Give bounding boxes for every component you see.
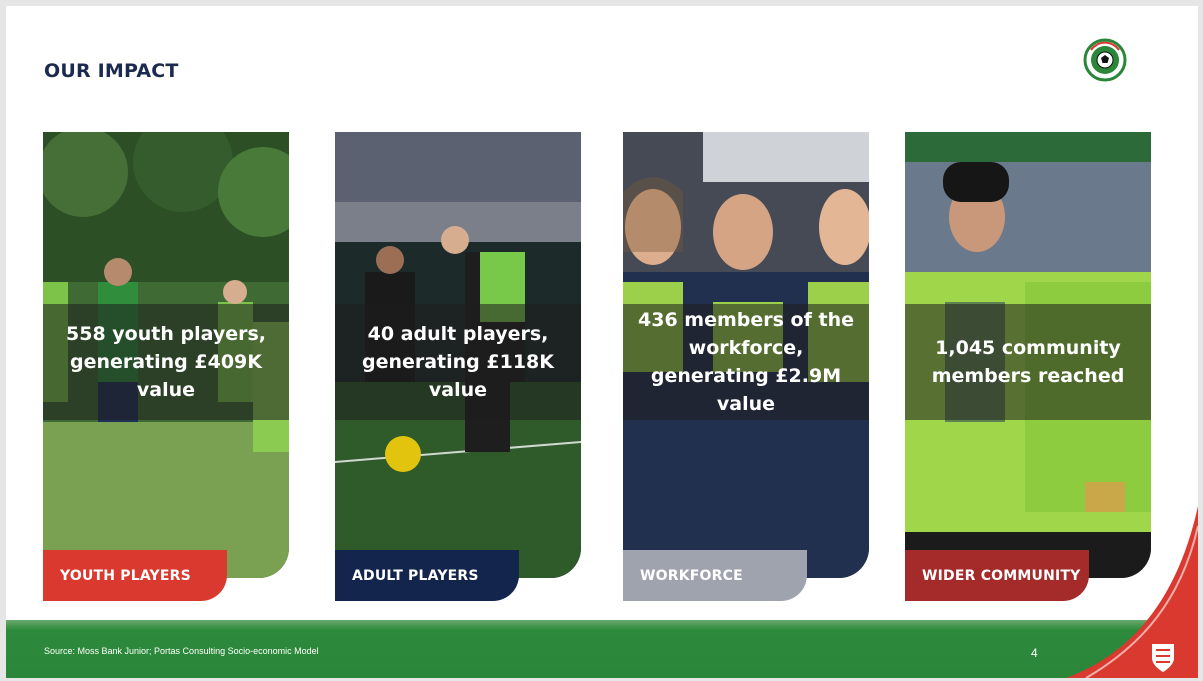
tag-workforce: WORKFORCE bbox=[623, 550, 807, 601]
stat-overlay: 558 youth players, generating £409K valu… bbox=[43, 304, 289, 420]
tag-youth-players: YOUTH PLAYERS bbox=[43, 550, 227, 601]
stat-overlay: 40 adult players, generating £118K value bbox=[335, 304, 581, 420]
slide-title: OUR IMPACT bbox=[44, 60, 179, 82]
corner-accent bbox=[1066, 506, 1198, 678]
card-adult-players: 40 adult players, generating £118K value bbox=[335, 132, 581, 578]
club-logo-icon bbox=[1083, 38, 1127, 82]
card-youth-players: 558 youth players, generating £409K valu… bbox=[43, 132, 289, 578]
stat-text: 558 youth players, generating £409K valu… bbox=[66, 323, 266, 401]
stat-text: 1,045 community members reached bbox=[931, 337, 1125, 387]
tag-adult-players: ADULT PLAYERS bbox=[335, 550, 519, 601]
stat-text: 40 adult players, generating £118K value bbox=[361, 323, 555, 401]
stat-text: 436 members of the workforce, generating… bbox=[638, 309, 854, 415]
stat-overlay: 1,045 community members reached bbox=[905, 304, 1151, 420]
stat-overlay: 436 members of the workforce, generating… bbox=[623, 304, 869, 420]
source-note: Source: Moss Bank Junior; Portas Consult… bbox=[44, 646, 319, 656]
card-workforce: 436 members of the workforce, generating… bbox=[623, 132, 869, 578]
slide: OUR IMPACT 558 youth players, generating… bbox=[6, 6, 1198, 678]
footer-bar: Source: Moss Bank Junior; Portas Consult… bbox=[6, 620, 1198, 678]
tag-wider-community: WIDER COMMUNITY bbox=[905, 550, 1089, 601]
page-number: 4 bbox=[1031, 646, 1038, 660]
